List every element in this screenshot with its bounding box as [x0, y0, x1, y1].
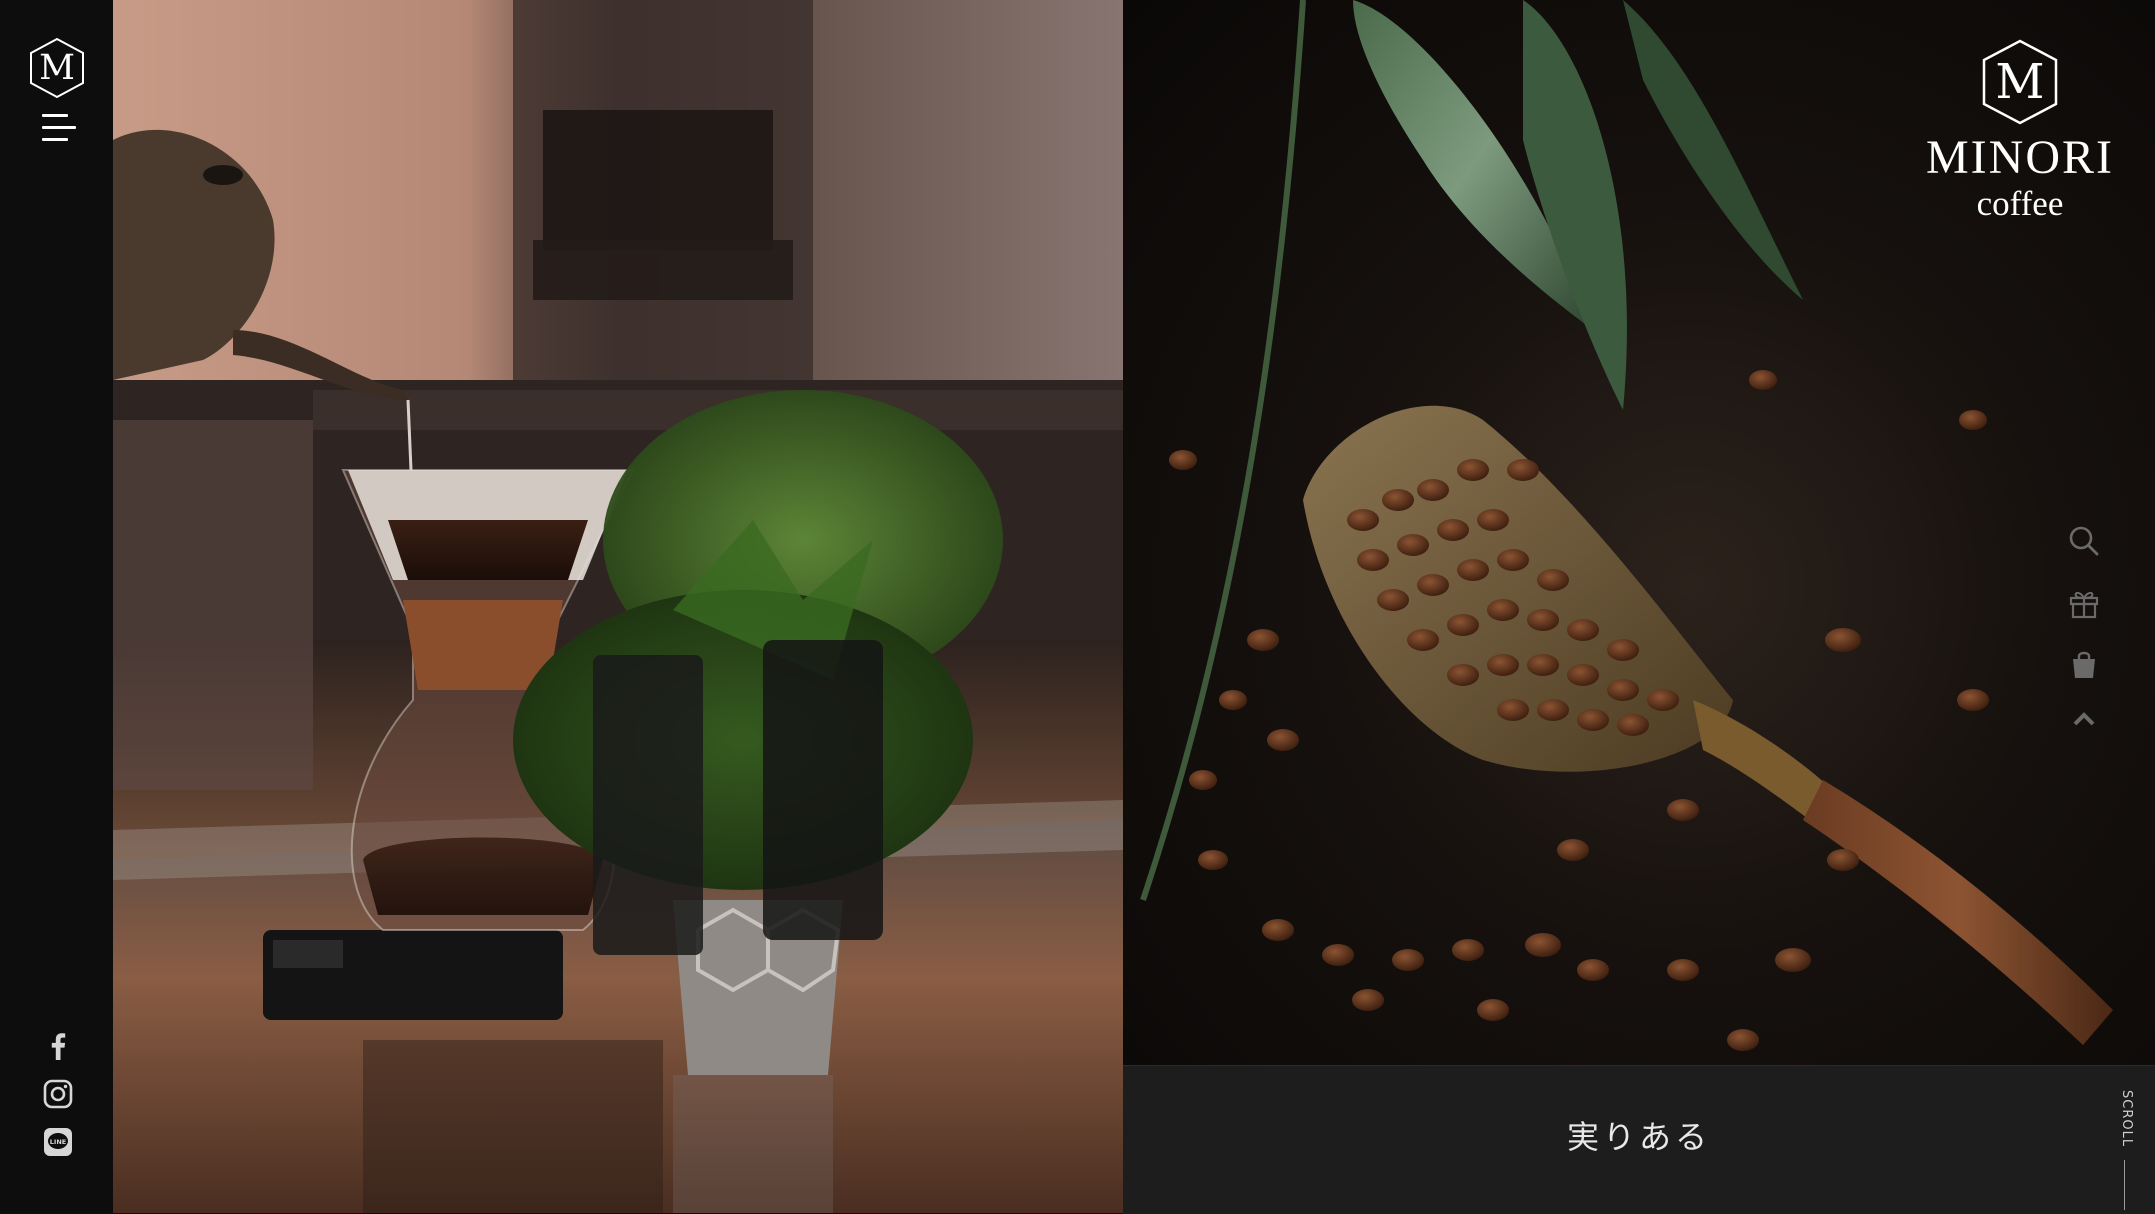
line-icon-label: LINE: [50, 1138, 66, 1146]
brand-logo[interactable]: M MINORI coffee: [1900, 38, 2140, 221]
hamburger-menu-icon[interactable]: [42, 112, 76, 144]
line-icon[interactable]: LINE: [42, 1126, 74, 1158]
brand-name: MINORI: [1926, 131, 2114, 184]
scroll-label: SCROLL: [2119, 1090, 2134, 1148]
tagline-band: 実りある: [1123, 1065, 2155, 1214]
chevron-up-icon[interactable]: [2068, 705, 2100, 731]
shopping-bag-icon[interactable]: [2068, 648, 2100, 680]
hero-image-pour-over: [113, 0, 1123, 1213]
brand-subtitle: coffee: [1976, 184, 2064, 223]
pour-over-photo-illustration: [113, 0, 1123, 1213]
instagram-icon[interactable]: [42, 1078, 74, 1110]
facebook-icon[interactable]: [42, 1030, 74, 1062]
sidebar-logo-letter: M: [39, 48, 75, 88]
gift-icon[interactable]: [2068, 587, 2100, 619]
hero-tagline: 実りある: [1566, 1118, 1711, 1156]
sidebar-logo[interactable]: M: [28, 37, 86, 99]
scroll-indicator[interactable]: SCROLL: [2110, 1090, 2140, 1210]
brand-mark: M: [1980, 38, 2060, 126]
brand-mark-letter: M: [1995, 54, 2045, 110]
sidebar: M LINE: [0, 0, 113, 1213]
scroll-line: [2124, 1160, 2125, 1210]
search-icon[interactable]: [2068, 525, 2100, 557]
